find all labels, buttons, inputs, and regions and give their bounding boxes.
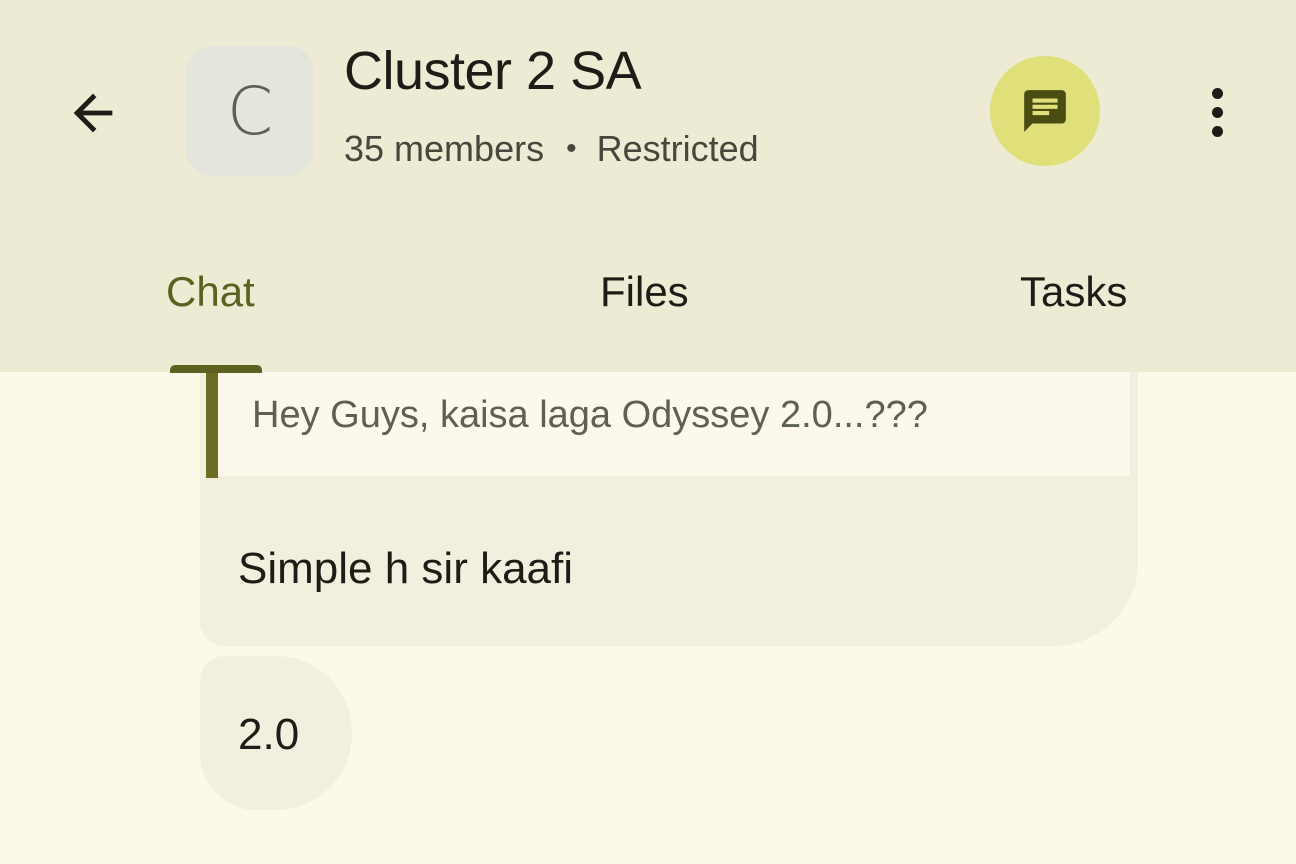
avatar-letter: C <box>226 72 274 150</box>
chat-threads-icon <box>1024 90 1066 132</box>
app-bar: C Cluster 2 SA 35 members • Restricted C… <box>0 0 1296 372</box>
space-avatar[interactable]: C <box>186 46 314 176</box>
tab-files[interactable]: Files <box>600 268 689 316</box>
more-vert-icon-dot <box>1211 125 1223 137</box>
subtitle-separator: • <box>566 132 577 165</box>
more-vert-icon <box>1211 87 1223 99</box>
threads-button[interactable] <box>990 56 1100 166</box>
active-tab-indicator <box>170 365 262 373</box>
quoted-message-text: Hey Guys, kaisa laga Odyssey 2.0...??? <box>252 394 928 436</box>
back-button[interactable] <box>58 78 128 148</box>
tab-chat[interactable]: Chat <box>166 268 255 316</box>
more-options-button[interactable] <box>1186 76 1248 148</box>
access-level: Restricted <box>596 128 759 169</box>
message-text: Simple h sir kaafi <box>238 544 574 593</box>
more-vert-icon-dot <box>1211 106 1223 118</box>
member-count: 35 members <box>344 128 545 169</box>
space-title[interactable]: Cluster 2 SA <box>344 40 642 102</box>
arrow-back-icon <box>73 93 113 133</box>
tab-tasks[interactable]: Tasks <box>1020 268 1127 316</box>
quote-bar <box>206 372 218 478</box>
space-subtitle[interactable]: 35 members • Restricted <box>344 128 759 170</box>
message-text: 2.0 <box>238 710 300 759</box>
